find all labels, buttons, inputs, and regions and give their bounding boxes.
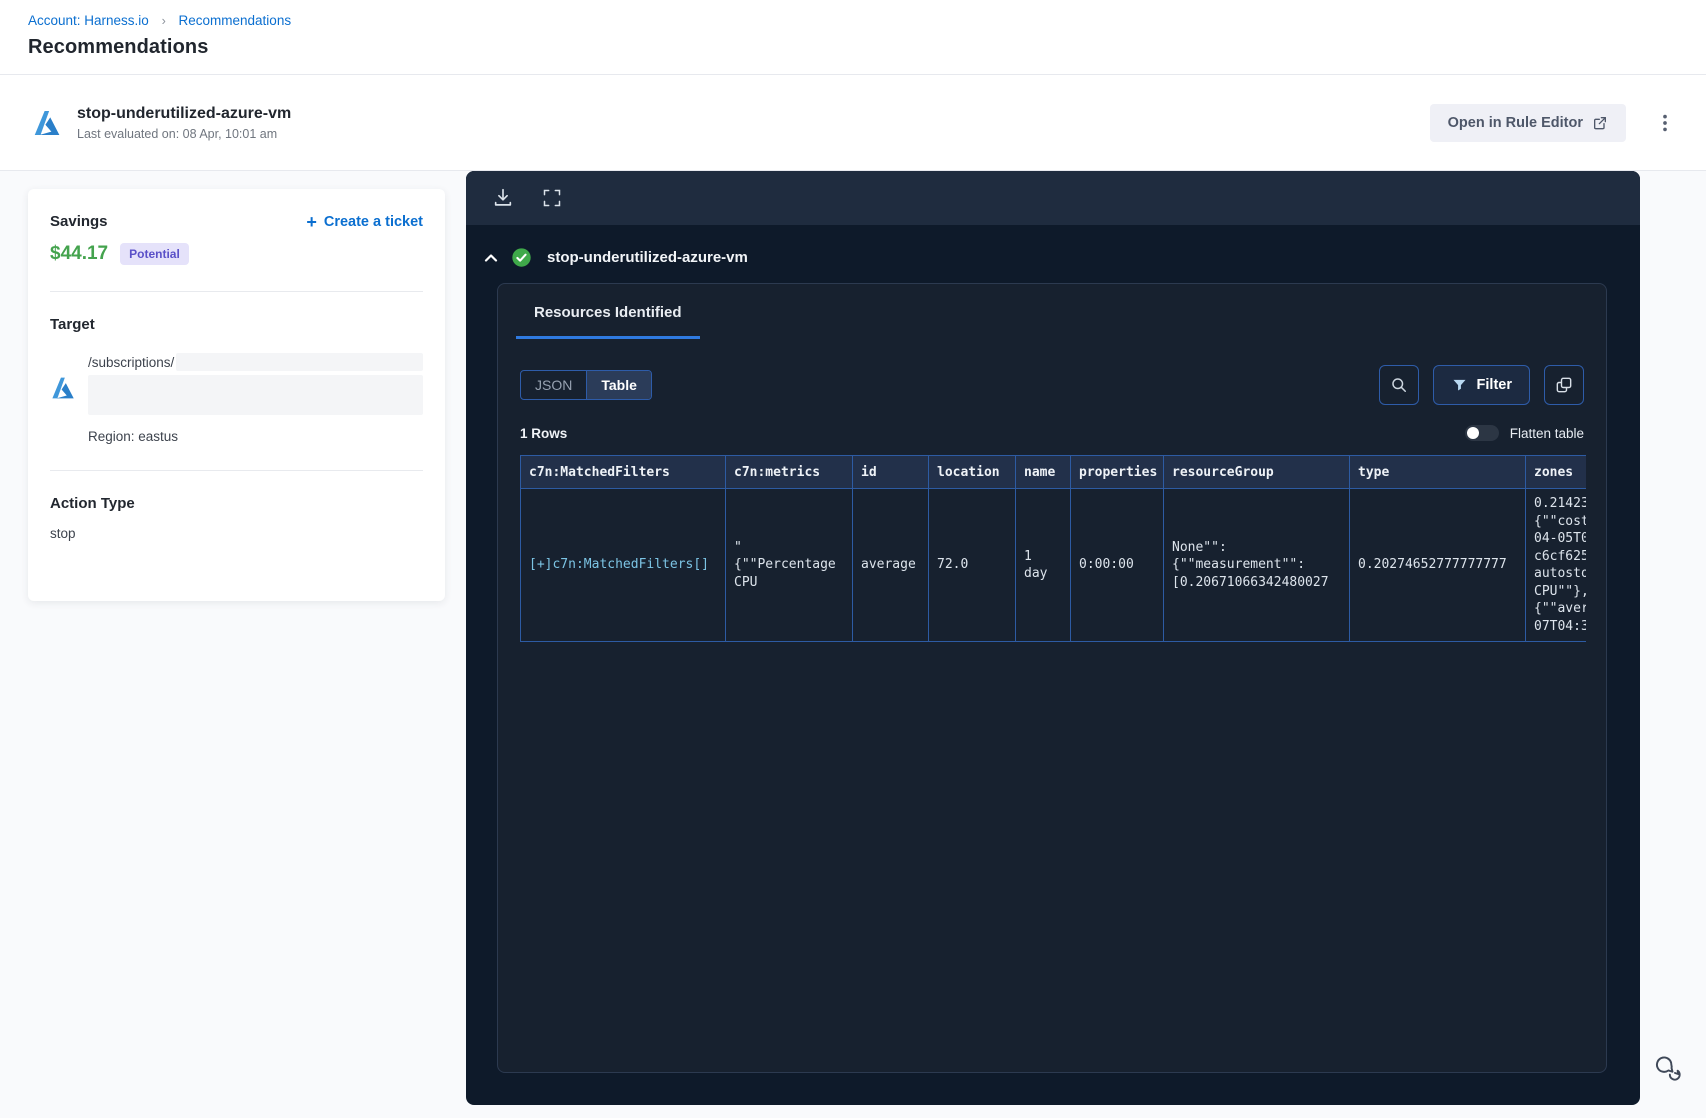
target-region: Region: eastus: [88, 429, 179, 444]
copy-button[interactable]: [1544, 365, 1584, 405]
column-header-properties: properties: [1070, 455, 1164, 489]
resources-table: c7n:MatchedFilters c7n:metrics id location n…: [520, 455, 1586, 643]
recommendation-info: stop-underutilized-azure-vm Last evaluat…: [77, 105, 291, 141]
column-header-name: name: [1015, 455, 1071, 489]
redacted-resource-name: [88, 375, 423, 415]
last-evaluated-text: Last evaluated on: 08 Apr, 10:01 am: [77, 126, 278, 141]
target-resource-path: /subscriptions/ Region: eastus: [88, 353, 423, 444]
fullscreen-button[interactable]: [542, 188, 562, 208]
savings-potential-badge: Potential: [120, 243, 189, 265]
panel-toolbar: [466, 171, 1640, 225]
view-table-button[interactable]: Table: [587, 371, 651, 399]
filter-button[interactable]: Filter: [1432, 365, 1530, 405]
resources-card: Resources Identified JSON Table Filter 1…: [497, 283, 1607, 1073]
column-header-location: location: [928, 455, 1016, 489]
table-cell-location: 72.0: [928, 487, 1016, 643]
flatten-table-label: Flatten table: [1509, 425, 1584, 441]
search-icon: [1391, 378, 1406, 392]
breadcrumb-account-link[interactable]: Account: Harness.io: [28, 13, 149, 28]
support-chat-button[interactable]: [1645, 1052, 1681, 1088]
divider: [50, 291, 423, 292]
redacted-path-segment: [176, 353, 423, 371]
header-actions: Open in Rule Editor: [1429, 103, 1678, 142]
divider: [50, 470, 423, 471]
download-button[interactable]: [492, 187, 514, 209]
download-icon: [494, 188, 512, 206]
filter-label: Filter: [1476, 377, 1512, 393]
action-type-value: stop: [50, 526, 76, 541]
action-type-label: Action Type: [50, 495, 135, 512]
open-rule-editor-label: Open in Rule Editor: [1447, 114, 1583, 131]
breadcrumb-separator-icon: ›: [161, 14, 166, 28]
top-header: Account: Harness.io › Recommendations Re…: [0, 0, 1706, 75]
recommendation-details-card: Savings + Create a ticket $44.17 Potenti…: [28, 189, 445, 601]
copy-icon: [1556, 377, 1572, 393]
table-cell-c7n-metrics: " {""Percentage CPU: [725, 487, 853, 643]
view-mode-toggle: JSON Table: [520, 370, 652, 400]
table-meta-row: 1 Rows Flatten table: [520, 425, 1584, 441]
external-link-icon: [1592, 115, 1608, 131]
column-header-resourceGroup: resourceGroup: [1163, 455, 1350, 489]
column-header-type: type: [1349, 455, 1526, 489]
table-cell-zones: 0.21423 {""cost 04-05T0 c6cf625 autosto …: [1525, 487, 1586, 643]
table-body: [+]c7n:MatchedFilters[] " {""Percentage C…: [520, 487, 1586, 643]
table-cell-id: average: [852, 487, 929, 643]
evaluation-results-panel: stop-underutilized-azure-vm Resources Id…: [466, 171, 1640, 1105]
fullscreen-icon: [543, 189, 561, 207]
view-json-button[interactable]: JSON: [521, 371, 588, 399]
open-rule-editor-button[interactable]: Open in Rule Editor: [1429, 103, 1626, 142]
table-cell-type: 0.20274652777777777: [1349, 487, 1526, 643]
column-header-id: id: [852, 455, 929, 489]
tab-resources-identified[interactable]: Resources Identified: [516, 304, 700, 339]
chat-bubbles-icon: [1656, 1056, 1681, 1081]
rule-result-header: stop-underutilized-azure-vm: [466, 225, 1640, 283]
resources-table-wrapper: c7n:MatchedFilters c7n:metrics id location n…: [520, 455, 1586, 643]
table-header-row: c7n:MatchedFilters c7n:metrics id location n…: [520, 455, 1586, 489]
plus-icon: +: [306, 212, 317, 232]
breadcrumb-current-link[interactable]: Recommendations: [179, 13, 292, 28]
create-ticket-link[interactable]: + Create a ticket: [306, 213, 423, 231]
rows-count: 1 Rows: [520, 425, 568, 441]
savings-amount: $44.17: [50, 243, 109, 264]
filter-funnel-icon: [1453, 379, 1466, 390]
recommendation-name: stop-underutilized-azure-vm: [77, 104, 292, 122]
table-cell-properties: 0:00:00: [1070, 487, 1164, 643]
recommendation-header: stop-underutilized-azure-vm Last evaluat…: [0, 75, 1706, 171]
success-check-icon: [511, 247, 532, 268]
table-row: [+]c7n:MatchedFilters[] " {""Percentage C…: [520, 487, 1586, 643]
more-options-button[interactable]: [1652, 108, 1678, 138]
main-content: Savings + Create a ticket $44.17 Potenti…: [0, 171, 1706, 1118]
savings-label: Savings: [50, 213, 108, 230]
expand-matched-filters-link[interactable]: [+]c7n:MatchedFilters[]: [520, 487, 726, 643]
kebab-menu-icon: [1663, 114, 1667, 131]
table-cell-resourceGroup: None"": {""measurement"": [0.20671066342…: [1163, 487, 1350, 643]
column-header-c7n-metrics: c7n:metrics: [725, 455, 853, 489]
azure-logo: [32, 108, 62, 138]
table-controls: JSON Table Filter: [520, 365, 1584, 405]
collapse-chevron-icon[interactable]: [484, 253, 498, 263]
flatten-table-toggle[interactable]: [1464, 425, 1499, 441]
table-cell-name: 1 day: [1015, 487, 1071, 643]
create-ticket-label: Create a ticket: [323, 214, 423, 230]
target-path-text: /subscriptions/: [88, 354, 175, 370]
search-button[interactable]: [1378, 365, 1419, 405]
target-label: Target: [50, 316, 95, 333]
azure-target-icon: [50, 375, 76, 401]
page-title: Recommendations: [28, 36, 209, 58]
column-header-c7n-MatchedFilters: c7n:MatchedFilters: [520, 455, 726, 489]
breadcrumb: Account: Harness.io › Recommendations: [28, 13, 1706, 28]
rule-result-title: stop-underutilized-azure-vm: [547, 249, 748, 266]
column-header-zones: zones: [1525, 455, 1586, 489]
